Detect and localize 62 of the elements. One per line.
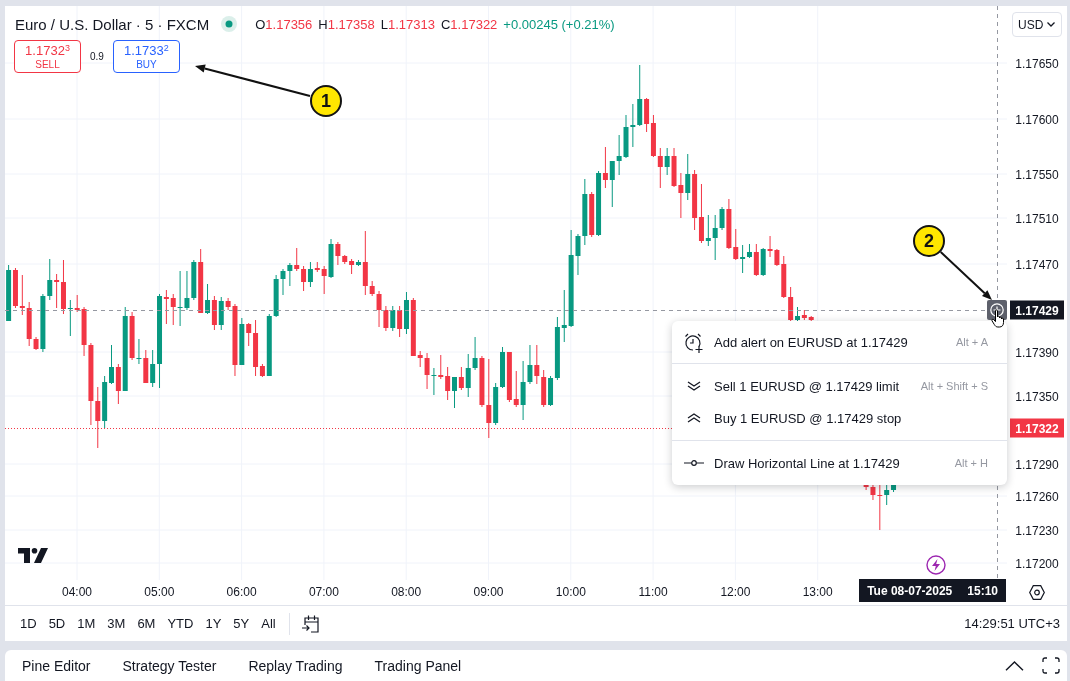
sell-button[interactable]: 1.1732$^{3}$ SELL: [14, 40, 81, 73]
time-label: 05:00: [144, 585, 175, 599]
shortcut-hint: Alt + Shift + S: [919, 380, 988, 392]
chevron-up-icon[interactable]: [1005, 660, 1024, 671]
time-label: 08:00: [391, 585, 422, 599]
price-label: 1.17390: [1014, 344, 1060, 361]
price-label: 1.17350: [1014, 388, 1060, 405]
settings-icon[interactable]: [1029, 585, 1045, 600]
date-range-button[interactable]: All: [255, 611, 282, 636]
date-range-button[interactable]: 5D: [42, 611, 72, 636]
time-label: 06:00: [226, 585, 257, 599]
panel-tab[interactable]: Strategy Tester: [106, 650, 233, 681]
last-price-tag: 1.17322: [1010, 418, 1064, 438]
calendar-icon[interactable]: [300, 613, 321, 634]
time-label: 12:00: [720, 585, 751, 599]
date-range-button[interactable]: 1Y: [199, 611, 228, 636]
time-label: 13:00: [802, 585, 833, 599]
price-label: 1.17200: [1014, 555, 1060, 572]
lightning-icon[interactable]: [926, 555, 946, 575]
panel-tab[interactable]: Trading Panel: [358, 650, 478, 681]
status-dot-icon: [221, 16, 238, 32]
date-range-button[interactable]: 6M: [131, 611, 162, 636]
price-label: 1.17600: [1014, 111, 1060, 128]
date-range-button[interactable]: 1D: [14, 611, 43, 636]
time-label: 04:00: [62, 585, 92, 599]
spread-value: 0.9: [89, 51, 105, 62]
time-label: 07:00: [308, 585, 339, 599]
price-label: 1.17550: [1014, 166, 1060, 183]
date-range-button[interactable]: 5Y: [227, 611, 256, 636]
price-label: 1.17260: [1014, 488, 1060, 505]
time-label: 10:00: [555, 585, 586, 599]
symbol-title: Euro / U.S. Dollar · 5 · FXCM: [15, 15, 210, 33]
price-label: 1.17650: [1014, 55, 1060, 72]
shortcut-hint: Alt + H: [953, 457, 988, 469]
crosshair-time: 15:10: [967, 583, 998, 598]
price-change: +0.00245 (+0.21%): [503, 16, 615, 32]
ohlc-value: L1.17313: [380, 16, 435, 32]
timezone-clock[interactable]: 14:29:51 UTC+3: [964, 616, 1060, 631]
panel-tab[interactable]: Replay Trading: [232, 650, 359, 681]
chevron-down-icon: [1047, 22, 1055, 27]
arrow-icon: [939, 250, 994, 302]
date-range-button[interactable]: 3M: [101, 611, 132, 636]
ohlc-value: O1.17356: [255, 16, 313, 32]
time-label: 11:00: [638, 585, 668, 599]
shortcut-hint: Alt + A: [954, 336, 988, 348]
date-range-button[interactable]: 1M: [71, 611, 102, 636]
logo-icon[interactable]: [18, 548, 48, 563]
buy-button[interactable]: 1.1733$^{2}$ BUY: [112, 40, 180, 73]
date-range-button[interactable]: YTD: [161, 611, 200, 636]
price-label: 1.17510: [1014, 210, 1060, 227]
crosshair-price-tag: 1.17429: [1010, 300, 1064, 320]
price-label: 1.17470: [1014, 256, 1060, 273]
ohlc-value: H1.17358: [318, 16, 375, 32]
ohlc-value: C1.17322: [440, 16, 498, 32]
time-label: 09:00: [473, 585, 504, 599]
crosshair-date: Tue 08-07-2025: [867, 583, 953, 598]
plus-circle-icon: [990, 303, 1004, 317]
currency-select[interactable]: USD: [1012, 12, 1062, 37]
price-label: 1.17290: [1014, 456, 1060, 473]
panel-tab[interactable]: Pine Editor: [6, 650, 107, 681]
price-label: 1.17230: [1014, 522, 1060, 539]
maximize-icon[interactable]: [1042, 657, 1060, 674]
